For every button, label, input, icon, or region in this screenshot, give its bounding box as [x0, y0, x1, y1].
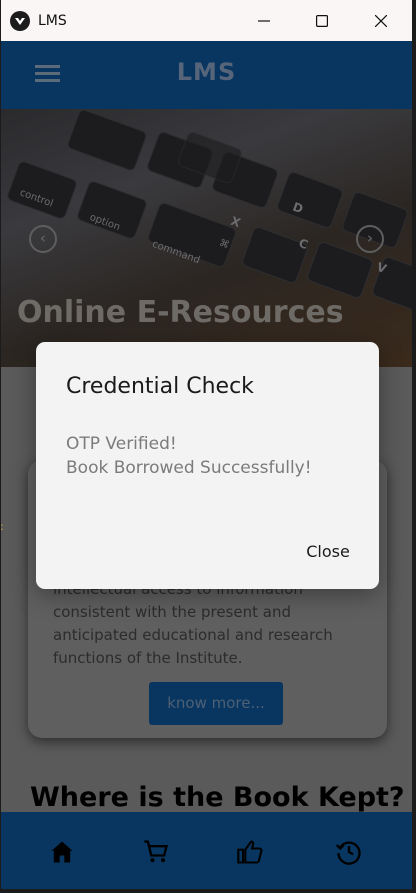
cart-icon	[144, 840, 168, 863]
minimize-button[interactable]	[241, 4, 287, 38]
app-bar-title: LMS	[176, 58, 237, 86]
window-title: LMS	[38, 13, 67, 29]
thumbs-up-icon	[237, 840, 263, 864]
app-logo-icon	[10, 11, 30, 31]
app-bar: LMS	[1, 41, 412, 109]
maximize-button[interactable]	[299, 4, 345, 38]
dialog-close-button[interactable]: Close	[298, 538, 358, 566]
dialog-message: OTP Verified! Book Borrowed Successfully…	[66, 432, 312, 480]
key-label: X	[228, 213, 243, 231]
credential-check-dialog: Credential Check OTP Verified! Book Borr…	[36, 342, 379, 589]
carousel-title: Online E-Resources	[17, 295, 344, 330]
know-more-button[interactable]: know more...	[149, 682, 283, 725]
bottom-navigation	[1, 812, 412, 889]
dialog-title: Credential Check	[66, 374, 254, 399]
dialog-message-line2: Book Borrowed Successfully!	[66, 458, 312, 478]
background-edge-mark: :	[0, 520, 4, 533]
nav-home[interactable]	[48, 838, 76, 866]
history-icon	[335, 841, 361, 865]
nav-history[interactable]	[335, 838, 363, 866]
nav-recommend[interactable]	[236, 838, 264, 866]
window-titlebar: LMS	[1, 0, 412, 41]
minimize-icon	[258, 20, 270, 22]
maximize-icon	[316, 15, 328, 27]
about-card-text: intellectual access to information consi…	[53, 580, 333, 667]
close-window-button[interactable]	[358, 4, 404, 38]
carousel-banner[interactable]: control option command ⌘ C X V D ‹ › Onl…	[1, 109, 412, 367]
section-heading: Where is the Book Kept?	[30, 782, 405, 813]
close-icon	[375, 15, 387, 27]
carousel-next-icon[interactable]: ›	[356, 225, 384, 253]
home-icon	[51, 841, 73, 863]
nav-cart[interactable]	[142, 838, 170, 866]
dialog-message-line1: OTP Verified!	[66, 434, 177, 454]
app-window: LMS LMS control option command ⌘ C X V D…	[1, 0, 412, 889]
carousel-prev-icon[interactable]: ‹	[29, 225, 57, 253]
key-label: C	[296, 235, 310, 253]
